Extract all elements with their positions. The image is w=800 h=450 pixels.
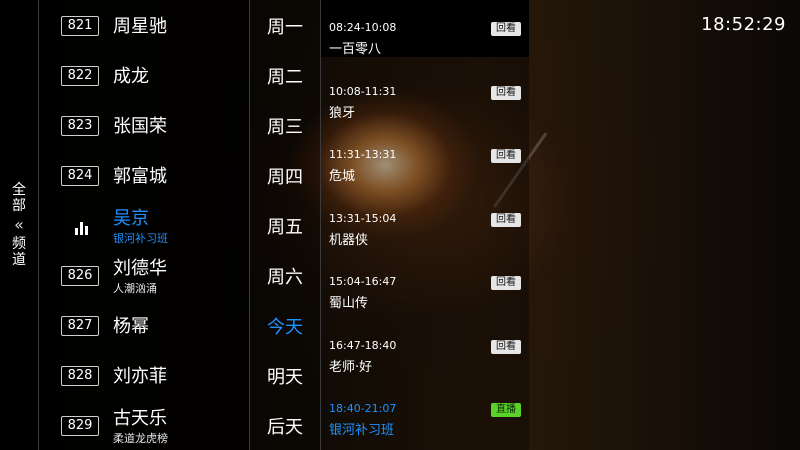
chevron-left-icon: « [14, 215, 24, 234]
day-item[interactable]: 周二 [250, 63, 320, 89]
channel-item-824[interactable]: 824 郭富城 [39, 150, 249, 200]
program-item[interactable]: 16:47-18:40 回看 老师·好 [321, 318, 529, 378]
channel-number: 826 [61, 266, 99, 286]
replay-badge: 回看 [491, 86, 521, 100]
channel-number: 827 [61, 316, 99, 336]
program-item[interactable]: 15:04-16:47 回看 蜀山传 [321, 254, 529, 314]
day-item[interactable]: 周四 [250, 163, 320, 189]
channel-list: 821 周星驰 822 成龙 823 张国荣 824 郭富城 吴京 银河补习班 … [39, 0, 250, 450]
tab-char: 频 [12, 236, 26, 252]
channel-name: 吴京 [113, 208, 149, 229]
replay-badge: 回看 [491, 22, 521, 36]
program-item[interactable]: 08:24-10:08 回看 一百零八 [321, 0, 529, 60]
program-time: 16:47-18:40 [329, 339, 397, 352]
channel-current-program: 人潮汹涌 [113, 282, 157, 295]
program-time: 11:31-13:31 [329, 148, 397, 161]
channel-item-826[interactable]: 826 刘德华 人潮汹涌 [39, 250, 249, 300]
day-list: 周一 周二 周三 周四 周五 周六 今天 明天 后天 [250, 0, 321, 450]
channel-number: 823 [61, 116, 99, 136]
replay-badge: 回看 [491, 149, 521, 163]
replay-badge: 回看 [491, 276, 521, 290]
program-item[interactable]: 13:31-15:04 回看 机器侠 [321, 191, 529, 251]
replay-badge: 回看 [491, 340, 521, 354]
replay-badge: 回看 [491, 213, 521, 227]
channel-name: 张国荣 [113, 116, 167, 137]
program-title: 老师·好 [329, 360, 373, 375]
program-time: 18:40-21:07 [329, 402, 397, 415]
program-time: 10:08-11:31 [329, 85, 397, 98]
day-item[interactable]: 明天 [250, 363, 320, 389]
day-item-selected[interactable]: 今天 [250, 313, 320, 339]
channel-item-822[interactable]: 822 成龙 [39, 50, 249, 100]
channel-number: 821 [61, 16, 99, 36]
channel-number: 828 [61, 366, 99, 386]
clock: 18:52:29 [701, 14, 786, 35]
channel-name: 成龙 [113, 66, 149, 87]
channel-item-829[interactable]: 829 古天乐 柔道龙虎榜 [39, 400, 249, 450]
channel-name: 杨幂 [113, 316, 149, 337]
day-item[interactable]: 周三 [250, 113, 320, 139]
program-title: 狼牙 [329, 106, 356, 121]
program-title: 危城 [329, 169, 356, 184]
program-time: 13:31-15:04 [329, 212, 397, 225]
all-channels-tab[interactable]: 全 部 « 频 道 [0, 0, 39, 450]
channel-name: 郭富城 [113, 166, 167, 187]
channel-number: 824 [61, 166, 99, 186]
channel-current-program: 银河补习班 [113, 232, 168, 245]
program-list: 08:24-10:08 回看 一百零八 10:08-11:31 回看 狼牙 11… [321, 0, 529, 450]
channel-name: 刘德华 [113, 258, 167, 279]
program-item[interactable]: 11:31-13:31 回看 危城 [321, 127, 529, 187]
channel-item-823[interactable]: 823 张国荣 [39, 100, 249, 150]
channel-item-828[interactable]: 828 刘亦菲 [39, 350, 249, 400]
channel-current-program: 柔道龙虎榜 [113, 432, 168, 445]
tab-char: 道 [12, 252, 26, 268]
channel-number: 829 [61, 416, 99, 436]
channel-item-827[interactable]: 827 杨幂 [39, 300, 249, 350]
program-title: 蜀山传 [329, 296, 369, 311]
day-item[interactable]: 周五 [250, 213, 320, 239]
program-title: 一百零八 [329, 42, 382, 57]
channel-name: 周星驰 [113, 16, 167, 37]
tab-char: 全 [12, 182, 26, 198]
program-title: 机器侠 [329, 233, 369, 248]
day-item[interactable]: 周一 [250, 13, 320, 39]
playing-bars-icon [75, 221, 89, 235]
program-item[interactable]: 10:08-11:31 回看 狼牙 [321, 64, 529, 124]
live-badge: 直播 [491, 403, 521, 417]
channel-item-821[interactable]: 821 周星驰 [39, 0, 249, 50]
day-item[interactable]: 周六 [250, 263, 320, 289]
channel-name: 古天乐 [113, 408, 167, 429]
program-time: 08:24-10:08 [329, 21, 397, 34]
channel-number: 822 [61, 66, 99, 86]
channel-name: 刘亦菲 [113, 366, 167, 387]
program-item-live[interactable]: 18:40-21:07 直播 银河补习班 [321, 381, 529, 441]
program-time: 15:04-16:47 [329, 275, 397, 288]
program-title: 银河补习班 [329, 423, 395, 438]
day-item[interactable]: 后天 [250, 413, 320, 439]
channel-item-playing[interactable]: 吴京 银河补习班 [39, 200, 249, 250]
tab-char: 部 [12, 198, 26, 214]
